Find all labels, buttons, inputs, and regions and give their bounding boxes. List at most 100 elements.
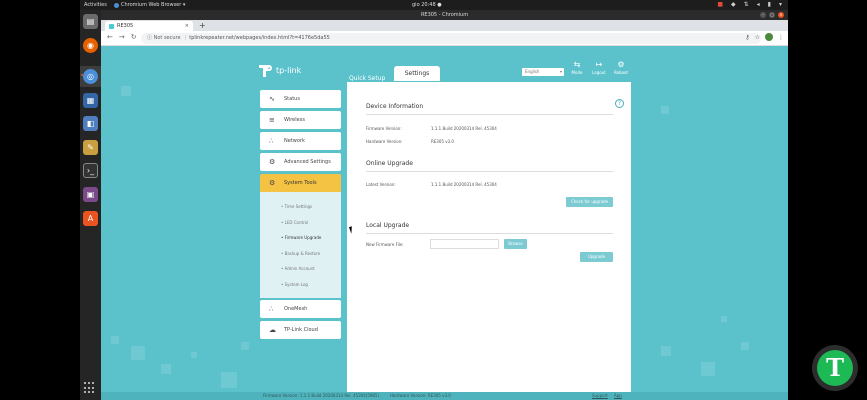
submenu-admin-account[interactable]: • Admin Account [281, 266, 315, 271]
submenu-system-log[interactable]: • System Log [281, 282, 308, 287]
window-titlebar[interactable]: RE305 - Chromium – □ × [101, 10, 788, 20]
support-link[interactable]: Support [592, 392, 608, 400]
network-icon: ∴ [269, 137, 274, 145]
menu-onemesh[interactable]: ∴ OneMesh [260, 300, 341, 318]
window-title: RE305 - Chromium [420, 12, 469, 18]
wireless-icon: ≡ [269, 116, 275, 124]
menu-system-tools[interactable]: ⚙ System Tools [260, 174, 341, 192]
network-icon: ⇅ [743, 1, 749, 8]
channel-watermark-logo: T [812, 345, 858, 391]
reload-icon[interactable]: ↻ [131, 33, 137, 41]
tab-settings[interactable]: Settings [394, 66, 440, 81]
screenshot-icon[interactable]: ▣ [83, 187, 98, 202]
firmware-upgrade-panel: ? Device Information Firmware Version: 1… [347, 82, 631, 400]
tab-quick-setup[interactable]: Quick Setup [349, 75, 385, 82]
tab-close-icon[interactable]: × [185, 21, 189, 31]
firmware-file-input[interactable] [430, 239, 499, 249]
show-applications-icon[interactable] [84, 382, 96, 394]
router-admin-page: tp-link Quick Setup Settings English ▾ ⇆… [101, 46, 788, 400]
activities-button[interactable]: Activities [84, 2, 107, 8]
minimize-icon[interactable]: – [760, 12, 766, 18]
reboot-label: Reboot [613, 70, 629, 75]
firmware-version-value: 1.1.1 Build 20200314 Rel. 45304 [431, 126, 497, 131]
divider [366, 114, 613, 115]
kebab-menu-icon[interactable]: ⋮ [778, 34, 784, 41]
menu-tplink-cloud[interactable]: ☁ TP-Link Cloud [260, 321, 341, 339]
language-select[interactable]: English ▾ [522, 68, 564, 76]
online-upgrade-title: Online Upgrade [366, 160, 413, 167]
clock[interactable]: gio 20:48 ● [412, 2, 442, 8]
device-info-title: Device Information [366, 103, 424, 110]
browse-button[interactable]: Browse [504, 239, 527, 249]
cloud-icon: ☁ [269, 326, 276, 334]
menu-label: TP-Link Cloud [284, 327, 318, 333]
mode-icon: ⇆ [573, 60, 581, 69]
libreoffice-writer-icon[interactable]: ▦ [83, 93, 98, 108]
power-menu-icon: ▾ [778, 1, 782, 8]
not-secure-indicator[interactable]: ⓘ Not secure [147, 35, 181, 41]
address-bar[interactable]: ⓘ Not secure | tplinkrepeater.net/webpages… [141, 33, 761, 44]
chromium-window: RE305 - Chromium – □ × RE305 × + ← → ↻ ⓘ… [101, 10, 788, 400]
forward-icon[interactable]: → [119, 33, 125, 41]
app-menu[interactable]: Chromium Web Browser ▾ [114, 2, 185, 8]
terminal-icon[interactable]: ›_ [83, 163, 98, 178]
profile-avatar[interactable] [765, 33, 773, 41]
submenu-firmware-upgrade[interactable]: • Firmware Upgrade [281, 235, 321, 240]
reboot-button[interactable]: ⚙ Reboot [612, 60, 630, 75]
menu-network[interactable]: ∴ Network [260, 132, 341, 150]
tplink-logo-icon [259, 63, 273, 77]
back-icon[interactable]: ← [107, 33, 113, 41]
menu-advanced-settings[interactable]: ⚙ Advanced Settings [260, 153, 341, 171]
browser-tab[interactable]: RE305 × [105, 21, 193, 31]
browser-toolbar: ← → ↻ ⓘ Not secure | tplinkrepeater.net/we… [101, 31, 788, 46]
submenu-backup-restore[interactable]: • Backup & Restore [281, 251, 320, 256]
check-upgrade-button[interactable]: Check for upgrade [566, 197, 613, 207]
divider [366, 233, 613, 234]
menu-label: Advanced Settings [284, 159, 331, 165]
mode-button[interactable]: ⇆ Mode [568, 60, 586, 75]
volume-icon: ◂ [756, 1, 760, 8]
firefox-icon[interactable]: ◉ [83, 38, 98, 53]
tab-title: RE305 [117, 23, 134, 29]
chromium-dock-icon[interactable]: ◎ [83, 69, 98, 84]
divider [366, 171, 613, 172]
gear-icon: ⚙ [269, 158, 276, 166]
pulse-icon: ∿ [269, 95, 275, 103]
maximize-icon[interactable]: □ [769, 12, 775, 18]
submenu-led-control[interactable]: • LED Control [281, 220, 308, 225]
gnome-top-bar: Activities Chromium Web Browser ▾ gio 20… [80, 0, 788, 10]
new-tab-button[interactable]: + [199, 20, 206, 31]
help-icon[interactable]: ? [615, 99, 624, 108]
background-decoration [111, 336, 119, 344]
files-icon[interactable]: ▤ [83, 14, 98, 29]
new-firmware-file-label: New Firmware File: [366, 242, 404, 247]
latest-version-label: Latest Version: [366, 182, 396, 187]
hardware-version-label: Hardware Version: [366, 139, 403, 144]
menu-wireless[interactable]: ≡ Wireless [260, 111, 341, 129]
url-text: tplinkrepeater.net/webpages/index.html?t… [189, 35, 330, 41]
menu-label: Wireless [284, 117, 305, 123]
latest-version-value: 1.1.1 Build 20200314 Rel. 45304 [431, 182, 497, 187]
tools-icon: ⚙ [269, 179, 276, 187]
reboot-icon: ⚙ [617, 60, 625, 69]
key-icon[interactable]: ⚷ [745, 34, 749, 41]
text-editor-icon[interactable]: ✎ [83, 140, 98, 155]
bookmark-star-icon[interactable]: ☆ [755, 34, 760, 41]
software-center-icon[interactable]: A [83, 211, 98, 226]
submenu-time-settings[interactable]: • Time Settings [281, 204, 312, 209]
logout-button[interactable]: ↦ Logout [590, 60, 608, 75]
footer-hardware-version: Hardware Version: RE305 v3.0 [390, 393, 451, 398]
close-icon[interactable]: × [778, 12, 784, 18]
page-footer: Firmware Version: 1.1.1 Build 20200314 R… [101, 392, 788, 400]
tplink-logo: tp-link [259, 60, 319, 80]
menu-label: Network [284, 138, 305, 144]
menu-label: System Tools [284, 180, 317, 186]
menu-status[interactable]: ∿ Status [260, 90, 341, 108]
menu-label: OneMesh [284, 306, 308, 312]
app-link[interactable]: App [614, 392, 622, 400]
system-tray[interactable]: ■ ◆ ⇅ ◂ ▮ ▾ [717, 1, 782, 8]
app-menu-label: Chromium Web Browser ▾ [121, 2, 186, 8]
language-value: English [525, 69, 540, 74]
upgrade-button[interactable]: Upgrade [580, 252, 613, 262]
app-icon[interactable]: ◧ [83, 116, 98, 131]
